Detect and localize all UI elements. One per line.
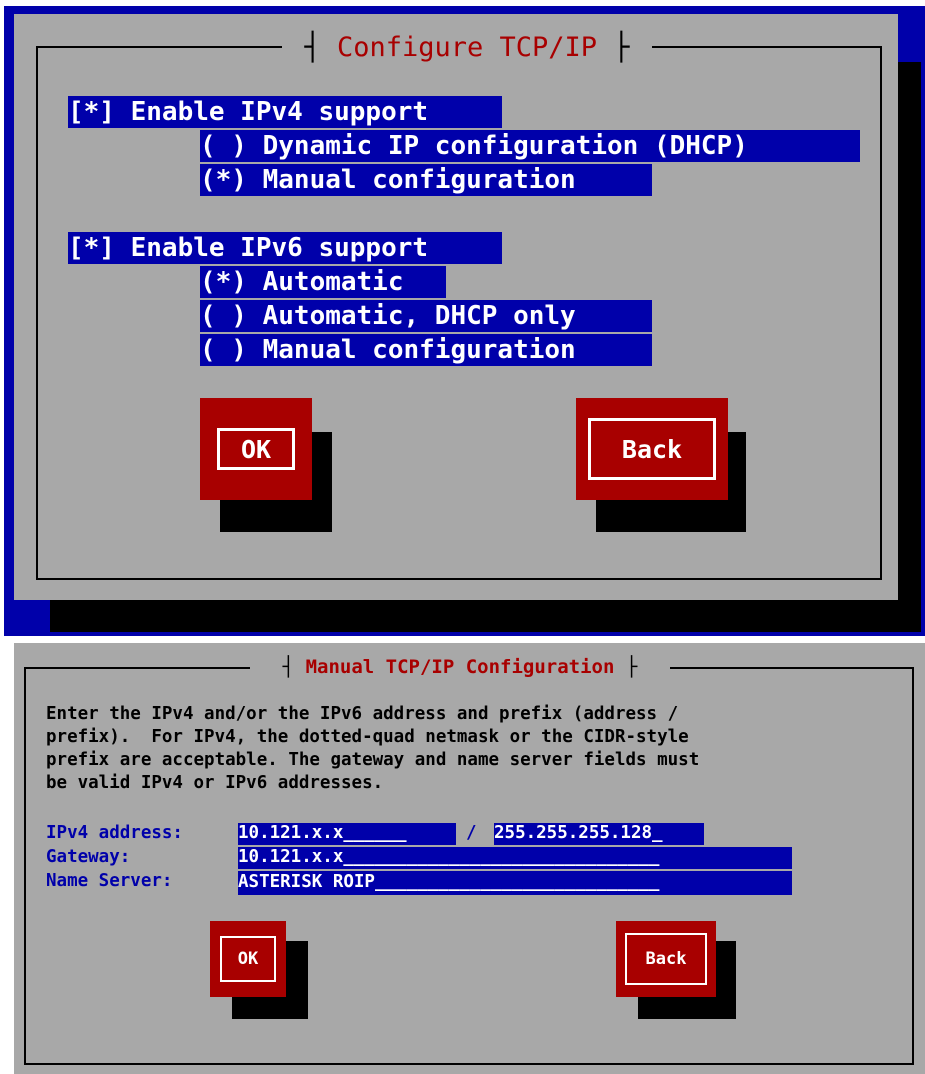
back-button[interactable]: Back (576, 398, 728, 500)
ipv4-address-label: IPv4 address: (46, 823, 183, 843)
title2-bar-left: ┤ (282, 656, 306, 678)
ipv4-netmask-input[interactable]: 255.255.255.128_ (494, 823, 704, 845)
dialog-title: ┤ Configure TCP/IP ├ (282, 28, 652, 66)
dialog2-title: ┤ Manual TCP/IP Configuration ├ (250, 653, 670, 681)
radio-ipv4-manual[interactable]: (*) Manual configuration (200, 164, 652, 196)
name-server-input[interactable]: ASTERISK ROIP___________________________ (238, 871, 792, 895)
description-line-2: prefix). For IPv4, the dotted-quad netma… (46, 727, 689, 747)
ok2-button[interactable]: OK (210, 921, 286, 997)
gateway-label: Gateway: (46, 847, 131, 867)
description-line-1: Enter the IPv4 and/or the IPv6 address a… (46, 704, 679, 724)
back2-button[interactable]: Back (616, 921, 716, 997)
title2-bar-right: ├ (614, 656, 638, 678)
checkbox-enable-ipv6[interactable]: [*] Enable IPv6 support (68, 232, 502, 264)
radio-ipv6-automatic[interactable]: (*) Automatic (200, 266, 446, 298)
back-button-label: Back (621, 434, 683, 464)
title-bar-right: ├ (597, 31, 630, 63)
ok-button-label: OK (240, 434, 272, 464)
radio-ipv6-dhcp-only[interactable]: ( ) Automatic, DHCP only (200, 300, 652, 332)
dialog2-title-text: Manual TCP/IP Configuration (305, 656, 615, 678)
radio-ipv6-manual[interactable]: ( ) Manual configuration (200, 334, 652, 366)
ipv4-address-input[interactable]: 10.121.x.x______ (238, 823, 456, 845)
configure-tcpip-dialog: ┤ Configure TCP/IP ├ [*] Enable IPv4 sup… (14, 14, 898, 600)
ok2-button-box: OK (220, 936, 276, 982)
ok2-button-label: OK (237, 949, 259, 969)
name-server-label: Name Server: (46, 871, 173, 891)
ok-button-focus-box: OK (217, 428, 295, 470)
checkbox-enable-ipv4[interactable]: [*] Enable IPv4 support (68, 96, 502, 128)
back2-button-label: Back (645, 949, 687, 969)
title-bar-left: ┤ (304, 31, 337, 63)
manual-tcpip-dialog: ┤ Manual TCP/IP Configuration ├ Enter th… (14, 643, 925, 1074)
netmask-separator: / (466, 823, 477, 843)
radio-ipv4-dhcp[interactable]: ( ) Dynamic IP configuration (DHCP) (200, 130, 860, 162)
dialog-title-text: Configure TCP/IP (336, 31, 598, 63)
back-button-box: Back (588, 418, 716, 480)
description-line-4: be valid IPv4 or IPv6 addresses. (46, 773, 384, 793)
back2-button-box: Back (625, 933, 707, 985)
description-line-3: prefix are acceptable. The gateway and n… (46, 750, 700, 770)
ok-button[interactable]: OK (200, 398, 312, 500)
gateway-input[interactable]: 10.121.x.x______________________________ (238, 847, 792, 869)
